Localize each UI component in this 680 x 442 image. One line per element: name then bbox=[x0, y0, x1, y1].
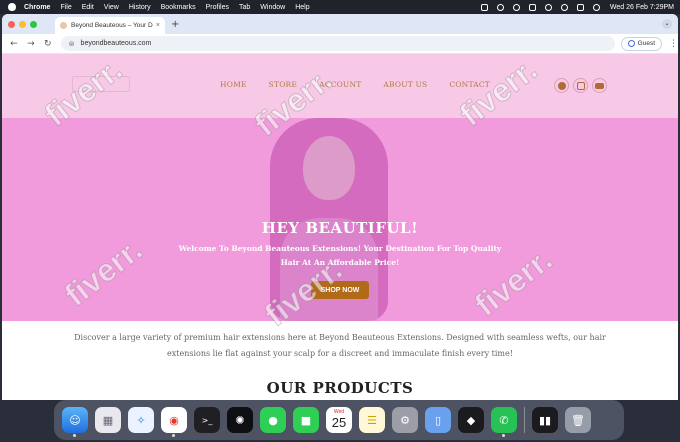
menu-edit[interactable]: Edit bbox=[82, 4, 94, 11]
system-settings-icon[interactable]: ⚙ bbox=[392, 407, 418, 433]
siri-icon[interactable] bbox=[592, 3, 600, 11]
playback-icon[interactable] bbox=[496, 3, 504, 11]
menu-app-name[interactable]: Chrome bbox=[24, 4, 50, 11]
trash-icon[interactable]: 🗑 bbox=[565, 407, 591, 433]
shop-now-button[interactable]: SHOP NOW bbox=[311, 281, 369, 299]
menu-bookmarks[interactable]: Bookmarks bbox=[161, 4, 196, 11]
hero-banner: HEY BEAUTIFUL! Welcome To Beyond Beauteo… bbox=[2, 118, 678, 321]
menu-kebab-icon[interactable]: ⋮ bbox=[669, 39, 678, 49]
profile-button[interactable]: Guest bbox=[620, 36, 662, 51]
whatsapp-icon[interactable]: ✆ bbox=[491, 407, 517, 437]
intro-text: Discover a large variety of premium hair… bbox=[74, 333, 606, 358]
address-bar: ← → ↻ ⊜ beyondbeauteous.com Guest ⋮ bbox=[2, 34, 678, 54]
wifi-icon[interactable] bbox=[544, 3, 552, 11]
facebook-icon[interactable] bbox=[554, 78, 569, 93]
site-header: HOME STORE ACCOUNT ABOUT US CONTACT bbox=[2, 54, 678, 118]
webpage: HOME STORE ACCOUNT ABOUT US CONTACT HEY … bbox=[2, 54, 678, 400]
user-icon[interactable] bbox=[512, 3, 520, 11]
site-nav: HOME STORE ACCOUNT ABOUT US CONTACT bbox=[220, 80, 512, 89]
social-links bbox=[554, 78, 611, 93]
menu-file[interactable]: File bbox=[60, 4, 71, 11]
finder-icon[interactable]: ☺ bbox=[62, 407, 88, 437]
hero-title: HEY BEAUTIFUL! bbox=[261, 219, 419, 237]
profile-label: Guest bbox=[637, 40, 655, 47]
calendar-day: 25 bbox=[331, 415, 347, 430]
url-text: beyondbeauteous.com bbox=[80, 40, 152, 47]
nav-home[interactable]: HOME bbox=[220, 80, 247, 89]
cursor-icon[interactable]: ◆ bbox=[458, 407, 484, 433]
menu-help[interactable]: Help bbox=[295, 4, 309, 11]
tab-title: Beyond Beauteous – Your De bbox=[71, 22, 153, 29]
menubar-clock[interactable]: Wed 26 Feb 7:29PM bbox=[610, 4, 674, 11]
chatgpt-icon[interactable]: ✺ bbox=[227, 407, 253, 433]
facetime-icon[interactable]: ■ bbox=[293, 407, 319, 433]
safari-icon[interactable]: ✧ bbox=[128, 407, 154, 433]
tab-strip: Beyond Beauteous – Your De × + ⌄ bbox=[2, 14, 678, 34]
browser-tab[interactable]: Beyond Beauteous – Your De × bbox=[55, 17, 165, 34]
profile-icon bbox=[627, 40, 635, 47]
site-logo[interactable] bbox=[72, 76, 130, 92]
site-favicon-icon bbox=[60, 22, 67, 29]
apple-icon[interactable] bbox=[8, 3, 16, 11]
youtube-icon[interactable] bbox=[592, 78, 607, 93]
screen-icon[interactable] bbox=[480, 3, 488, 11]
launchpad-icon[interactable]: ▦ bbox=[95, 407, 121, 433]
nav-store[interactable]: STORE bbox=[269, 80, 297, 89]
audio-icon[interactable]: ▮▮ bbox=[532, 407, 558, 433]
menu-profiles[interactable]: Profiles bbox=[206, 4, 229, 11]
nav-contact[interactable]: CONTACT bbox=[449, 80, 490, 89]
back-icon[interactable]: ← bbox=[9, 39, 19, 49]
calendar-icon[interactable]: Wed 25 bbox=[326, 407, 352, 433]
menubar: Chrome File Edit View History Bookmarks … bbox=[0, 0, 680, 14]
products-heading: OUR PRODUCTS bbox=[266, 379, 414, 397]
menu-history[interactable]: History bbox=[129, 4, 151, 11]
menu-tab[interactable]: Tab bbox=[239, 4, 250, 11]
minimize-window-button[interactable] bbox=[19, 20, 26, 28]
dock: ☺ ▦ ✧ ◉ >_ ✺ ● ■ Wed 25 ☰ ⚙ ▯ ◆ ✆ ▮▮ 🗑 bbox=[54, 400, 624, 440]
dock-separator bbox=[524, 407, 525, 433]
site-info-icon[interactable]: ⊜ bbox=[69, 40, 75, 48]
close-window-button[interactable] bbox=[8, 20, 15, 28]
search-icon[interactable] bbox=[560, 3, 568, 11]
nav-account[interactable]: ACCOUNT bbox=[319, 80, 361, 89]
maximize-window-button[interactable] bbox=[30, 20, 37, 28]
new-tab-button[interactable]: + bbox=[171, 19, 179, 30]
hero-subtitle: Welcome To Beyond Beauteous Extensions! … bbox=[178, 244, 502, 267]
notes-icon[interactable]: ☰ bbox=[359, 407, 385, 433]
browser-window: Beyond Beauteous – Your De × + ⌄ ← → ↻ ⊜… bbox=[2, 14, 678, 400]
battery-icon[interactable] bbox=[528, 3, 536, 11]
terminal-icon[interactable]: >_ bbox=[194, 407, 220, 433]
tab-search-icon[interactable]: ⌄ bbox=[662, 19, 672, 29]
reload-icon[interactable]: ↻ bbox=[43, 39, 53, 49]
instagram-icon[interactable] bbox=[573, 78, 588, 93]
control-center-icon[interactable] bbox=[576, 3, 584, 11]
chrome-icon[interactable]: ◉ bbox=[161, 407, 187, 437]
messages-icon[interactable]: ● bbox=[260, 407, 286, 433]
close-tab-icon[interactable]: × bbox=[156, 22, 160, 29]
menu-window[interactable]: Window bbox=[260, 4, 285, 11]
simulator-icon[interactable]: ▯ bbox=[425, 407, 451, 433]
nav-about-us[interactable]: ABOUT US bbox=[383, 80, 427, 89]
forward-icon[interactable]: → bbox=[26, 39, 36, 49]
url-input[interactable]: ⊜ beyondbeauteous.com bbox=[60, 36, 615, 51]
menu-view[interactable]: View bbox=[104, 4, 119, 11]
